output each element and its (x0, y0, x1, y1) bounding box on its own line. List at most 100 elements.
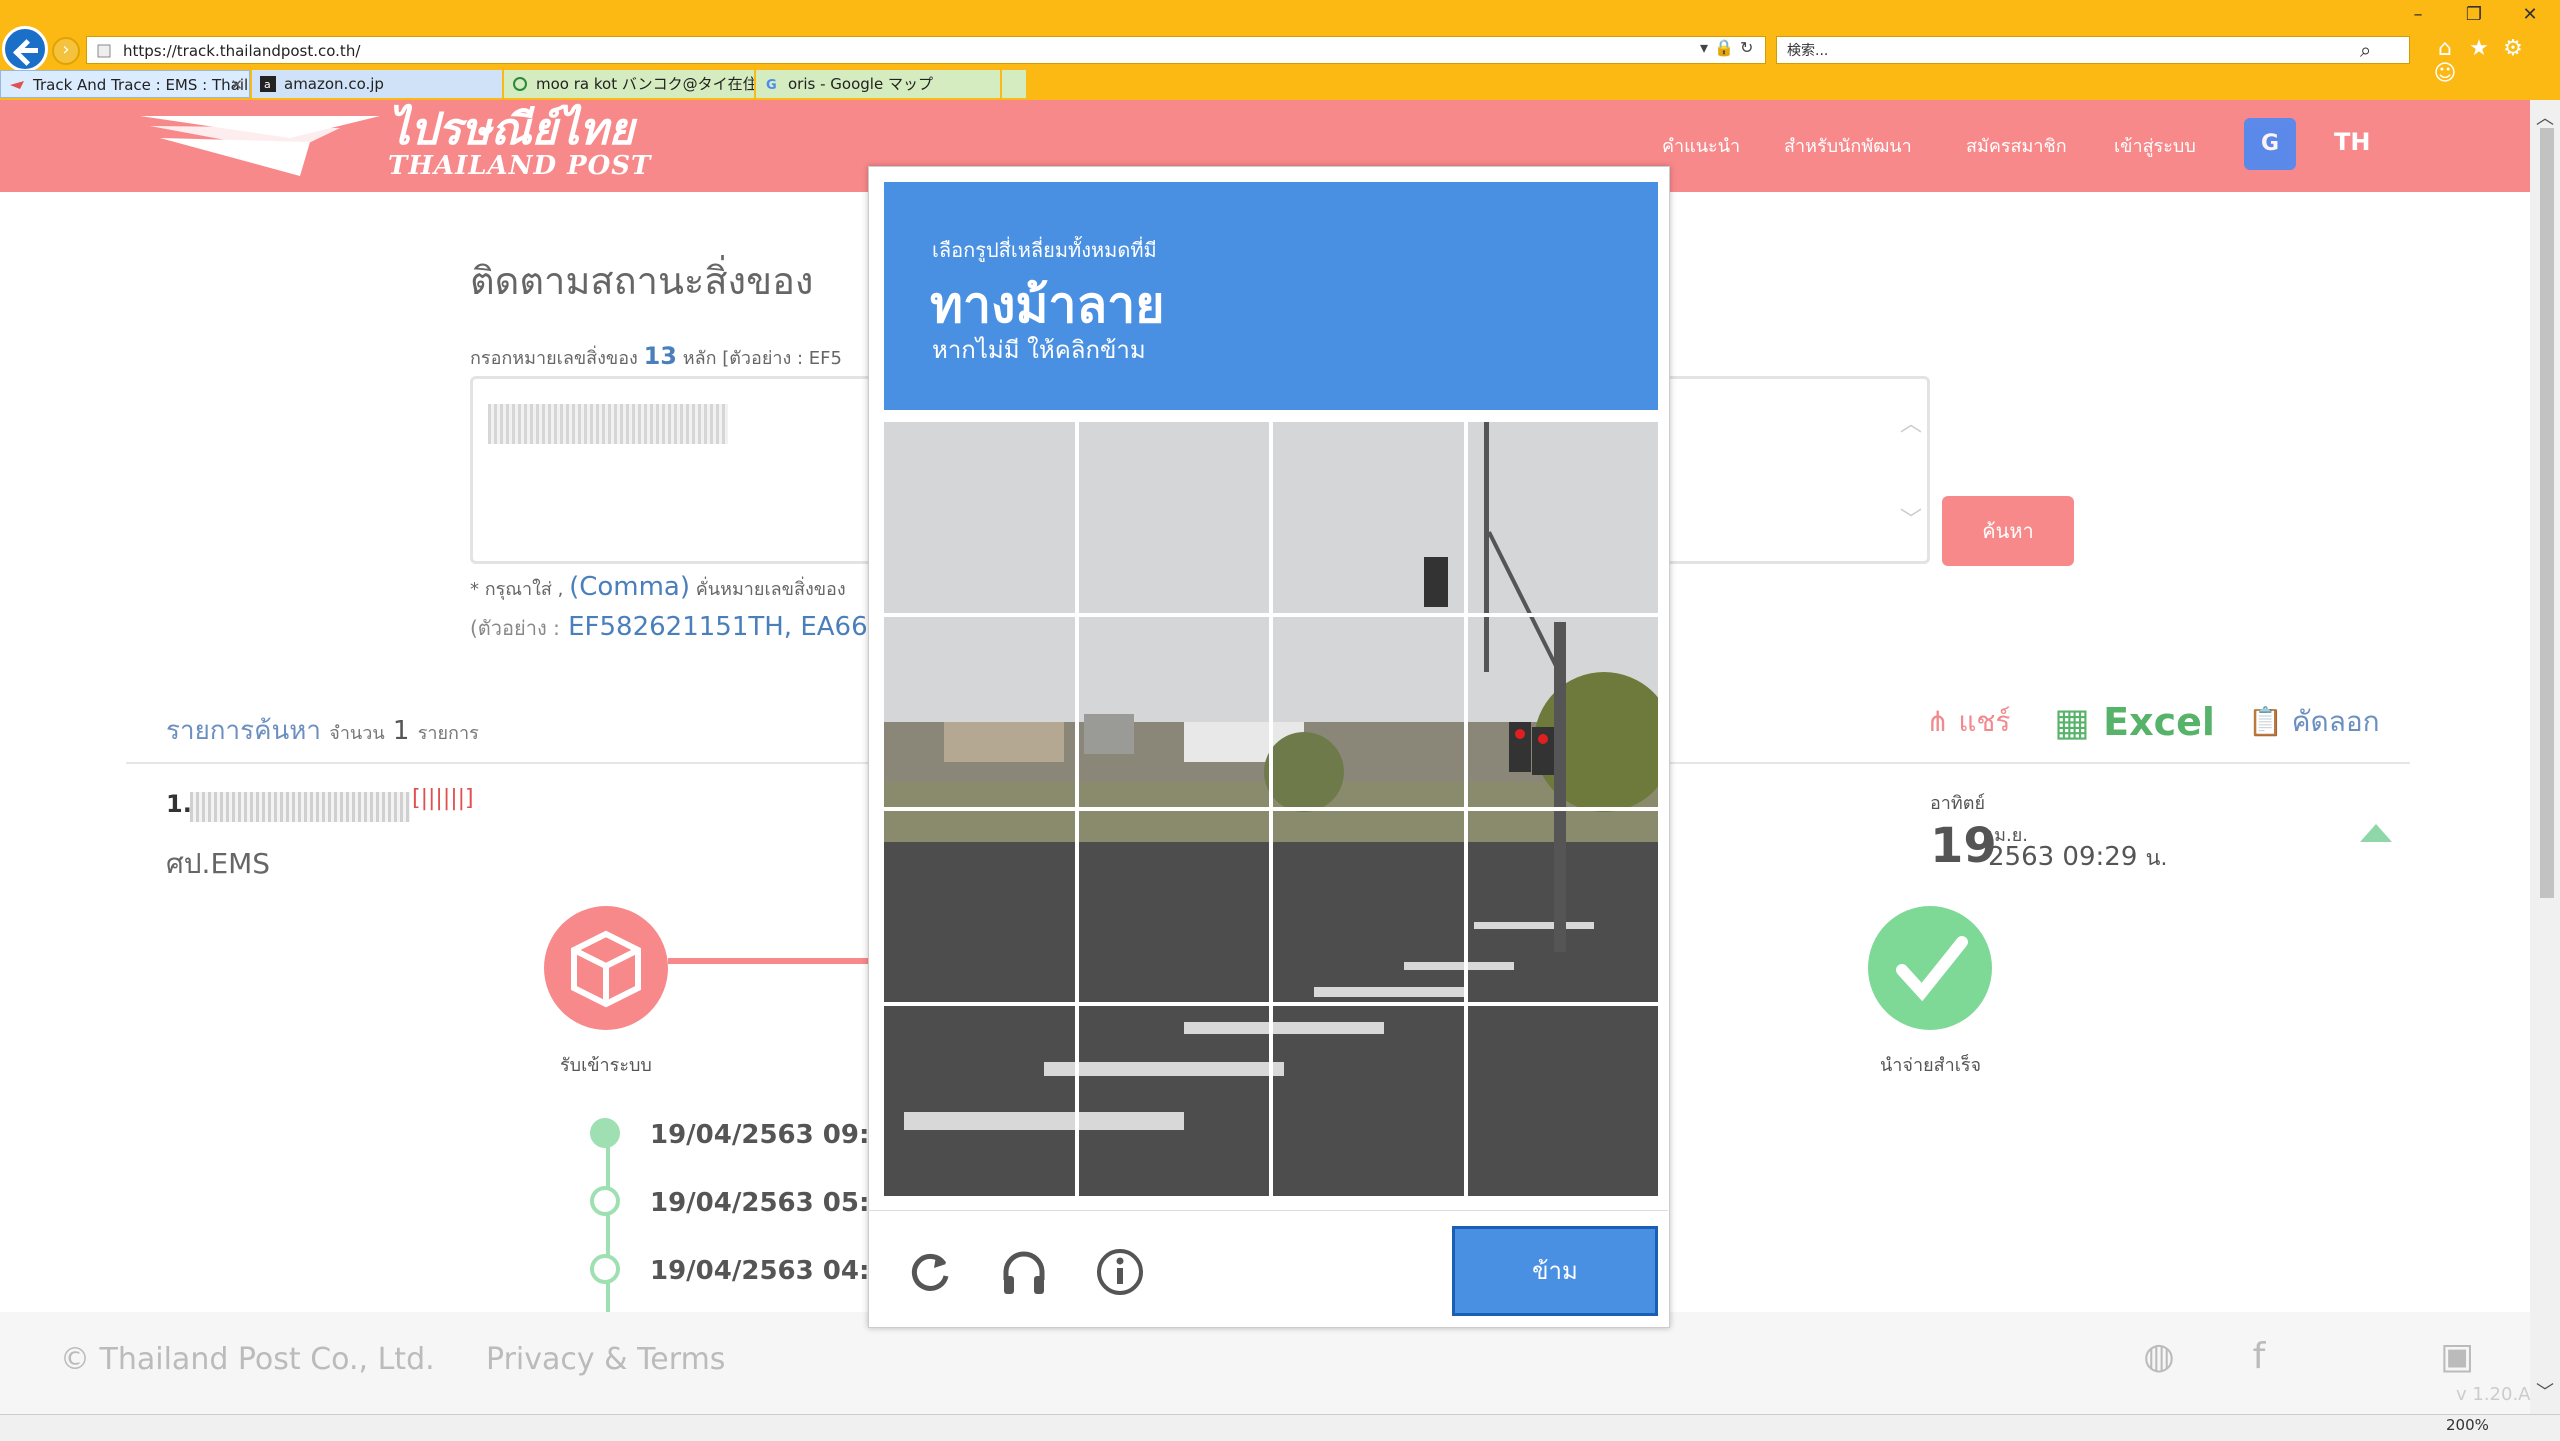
captcha-tile[interactable] (1078, 422, 1269, 613)
address-url: https://track.thailandpost.co.th/ (123, 42, 361, 60)
item-day: 19 (1930, 818, 1997, 874)
gear-icon[interactable]: ⚙ (2496, 36, 2530, 61)
tab-label: oris - Google マップ (788, 75, 933, 93)
street-scene-image (1273, 1005, 1464, 1196)
item-time-suffix: น. (2145, 846, 2168, 871)
item-service: ศป.EMS (166, 847, 271, 880)
captcha-tile[interactable] (1467, 811, 1658, 1002)
captcha-tile[interactable] (884, 1005, 1075, 1196)
captcha-tile[interactable] (1273, 1005, 1464, 1196)
google-translate-icon[interactable]: G (2244, 118, 2296, 170)
captcha-tile[interactable] (1467, 616, 1658, 807)
scrollbar-thumb[interactable] (2540, 128, 2554, 898)
collapse-icon[interactable] (2360, 824, 2392, 842)
street-scene-image (1078, 811, 1269, 1002)
captcha-tile[interactable] (1273, 811, 1464, 1002)
captcha-tile[interactable] (1078, 1005, 1269, 1196)
headphones-icon[interactable] (998, 1246, 1050, 1298)
reload-icon[interactable] (904, 1246, 956, 1298)
results-count: 1 (392, 716, 410, 746)
captcha-tile[interactable] (1467, 1005, 1658, 1196)
nav-register[interactable]: สมัครสมาชิก (1966, 131, 2067, 160)
info-icon[interactable] (1094, 1246, 1146, 1298)
restore-icon[interactable]: ❐ (2446, 4, 2502, 25)
browser-icons[interactable]: ⌂ ★ ⚙ ☺ (2428, 36, 2560, 86)
tab-track-and-trace[interactable]: Track And Trace : EMS : Thail... ✕ (0, 70, 250, 98)
close-icon[interactable]: ✕ (2502, 4, 2558, 25)
step-received-label: รับเข้าระบบ (560, 1055, 652, 1076)
captcha-tile[interactable] (884, 422, 1075, 613)
results-count-prefix: จำนวน (329, 723, 385, 744)
smiley-icon[interactable]: ☺ (2428, 61, 2462, 86)
site-logo[interactable]: ไปรษณีย์ไทย THAILAND POST (388, 106, 651, 180)
globe-icon[interactable]: ◍ (2136, 1334, 2182, 1380)
street-scene-image (1273, 422, 1464, 613)
browser-search-input[interactable]: 検索... (1776, 36, 2410, 64)
results-count-suffix: รายการ (417, 723, 479, 744)
scroll-down-icon[interactable]: ﹀ (2536, 1378, 2554, 1404)
step-delivered-label: นำจ่ายสำเร็จ (1880, 1055, 1982, 1076)
search-icon[interactable]: ⌕ (2360, 38, 2371, 62)
minimize-icon[interactable]: – (2390, 4, 2446, 25)
street-scene-image (1078, 422, 1269, 613)
note-comma: (Comma) (569, 572, 690, 602)
apple-icon[interactable] (2334, 1334, 2380, 1380)
excel-icon: ▦ (2054, 700, 2090, 744)
share-label: แชร์ (1958, 705, 2011, 738)
chevron-down-icon[interactable]: ﹀ (1900, 502, 1922, 534)
nav-login[interactable]: เข้าสู่ระบบ (2114, 131, 2196, 160)
star-icon[interactable]: ★ (2462, 36, 2496, 61)
forward-button[interactable]: › (52, 37, 80, 65)
captcha-tile[interactable] (884, 616, 1075, 807)
example-note: (ตัวอย่าง : EF582621151TH, EA66645 (470, 612, 917, 644)
street-scene-image (1467, 616, 1658, 807)
new-tab-button[interactable] (1002, 70, 1026, 98)
search-button[interactable]: ค้นหา (1942, 496, 2074, 566)
address-tools[interactable]: ▾🔒↻ (1700, 38, 1759, 62)
tab-amazon[interactable]: a amazon.co.jp (252, 70, 502, 98)
home-icon[interactable]: ⌂ (2428, 36, 2462, 61)
progress-line (668, 958, 868, 964)
facebook-icon[interactable]: f (2236, 1334, 2282, 1380)
window-controls[interactable]: – ❐ ✕ (2390, 4, 2558, 25)
step-received (544, 906, 668, 1030)
svg-text:G: G (766, 78, 777, 92)
excel-button[interactable]: ▦ Excel (2054, 700, 2215, 744)
status-bar (0, 1414, 2560, 1441)
captcha-tile[interactable] (1273, 422, 1464, 613)
results-heading: รายการค้นหา จำนวน 1 รายการ (166, 710, 479, 751)
barcode-icon[interactable]: [||||||] (412, 786, 474, 820)
android-icon[interactable]: ▣ (2434, 1334, 2480, 1380)
amazon-tab-icon: a (260, 76, 276, 92)
street-scene-image (1273, 616, 1464, 807)
back-button[interactable] (2, 26, 48, 72)
scroll-up-icon[interactable]: ︿ (2536, 104, 2554, 130)
copy-button[interactable]: 📋 คัดลอก (2248, 700, 2380, 744)
checkmark-icon (1896, 936, 1968, 1002)
address-bar[interactable]: https://track.thailandpost.co.th/ (86, 36, 1766, 64)
captcha-tile[interactable] (884, 811, 1075, 1002)
privacy-link[interactable]: Privacy & Terms (486, 1342, 725, 1377)
tab-blog[interactable]: moo ra kot バンコク@タイ在住／... (504, 70, 754, 98)
comma-note: * กรุณาใส่ , (Comma) คั่นหมายเลขสิ่งของ (470, 572, 846, 603)
zoom-level[interactable]: 200% (2446, 1416, 2489, 1434)
item-day-name: อาทิตย์ (1930, 793, 1986, 814)
language-toggle[interactable]: TH (2334, 128, 2370, 156)
page-title: ติดตามสถานะสิ่งของ (470, 259, 814, 303)
chevron-up-icon[interactable]: ︿ (1900, 406, 1922, 438)
captcha-tile[interactable] (1273, 616, 1464, 807)
captcha-tile[interactable] (1467, 422, 1658, 613)
excel-label: Excel (2103, 700, 2215, 744)
share-button[interactable]: ⋔ แชร์ (1926, 700, 2010, 744)
nav-guide[interactable]: คำแนะนำ (1662, 131, 1740, 160)
captcha-tile[interactable] (1078, 811, 1269, 1002)
nav-developers[interactable]: สำหรับนักพัฒนา (1784, 131, 1912, 160)
street-scene-image (1467, 811, 1658, 1002)
skip-button[interactable]: ข้าม (1452, 1226, 1658, 1316)
captcha-tile[interactable] (1078, 616, 1269, 807)
item-index: 1. (166, 790, 192, 818)
thailand-post-logo-icon[interactable] (140, 108, 380, 178)
clipboard-icon: 📋 (2248, 705, 2283, 738)
tab-google-maps[interactable]: G oris - Google マップ (756, 70, 1000, 98)
close-tab-icon[interactable]: ✕ (230, 71, 243, 97)
